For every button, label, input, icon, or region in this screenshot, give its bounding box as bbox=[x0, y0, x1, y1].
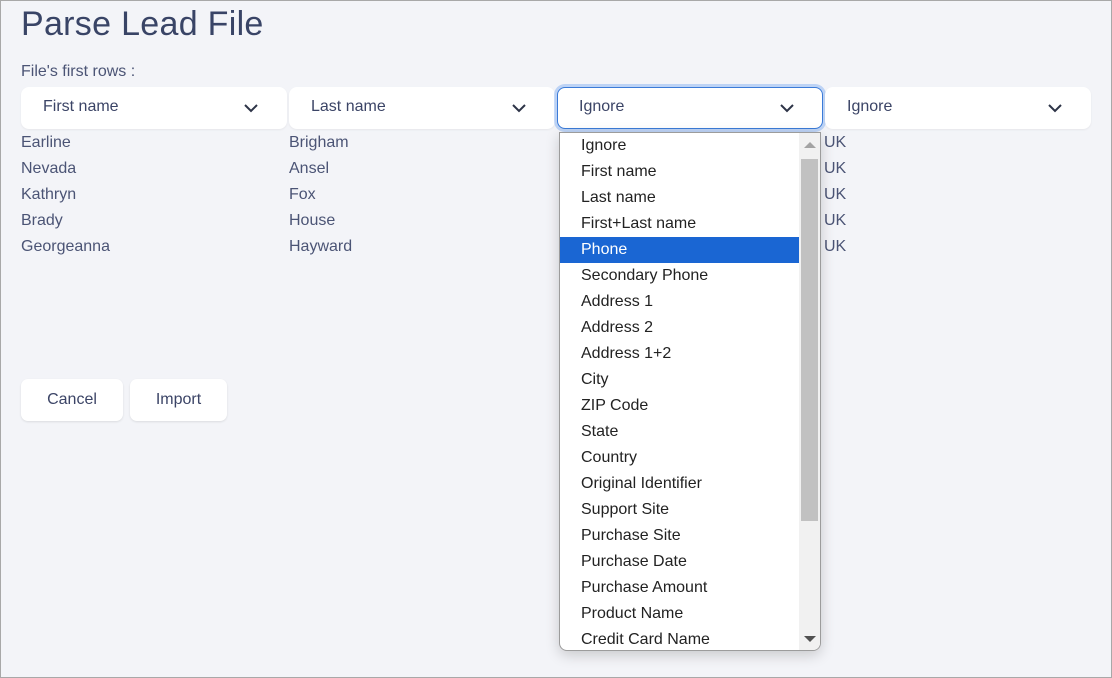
scrollbar-thumb[interactable] bbox=[801, 159, 818, 521]
dropdown-option[interactable]: Address 1 bbox=[560, 289, 799, 315]
cell: Brigham bbox=[289, 134, 349, 151]
dropdown-option-highlighted[interactable]: Phone bbox=[560, 237, 799, 263]
dropdown-option[interactable]: Address 1+2 bbox=[560, 341, 799, 367]
chevron-down-icon bbox=[512, 104, 526, 113]
dropdown-option[interactable]: Support Site bbox=[560, 497, 799, 523]
cell: Ansel bbox=[289, 160, 330, 177]
column-2-values: Brigham Ansel Fox House Hayward bbox=[289, 133, 352, 263]
column-2-mapping-value: Last name bbox=[311, 98, 386, 115]
cell: Georgeanna bbox=[21, 238, 110, 255]
cell: UK bbox=[824, 160, 847, 177]
column-1-mapping-select[interactable]: First name bbox=[21, 87, 287, 129]
mapping-dropdown-list[interactable]: Ignore First name Last name First+Last n… bbox=[559, 132, 821, 651]
dropdown-option[interactable]: Ignore bbox=[560, 133, 799, 159]
dropdown-option[interactable]: State bbox=[560, 419, 799, 445]
cell: Earline bbox=[21, 134, 71, 151]
chevron-down-icon bbox=[1048, 104, 1062, 113]
cell: Fox bbox=[289, 186, 316, 203]
chevron-down-icon bbox=[244, 104, 258, 113]
column-3-mapping-select[interactable]: Ignore bbox=[557, 87, 823, 129]
scroll-up-arrow-icon[interactable] bbox=[804, 142, 816, 148]
cancel-button[interactable]: Cancel bbox=[21, 379, 123, 421]
column-4-values: UK UK UK UK UK bbox=[824, 133, 846, 263]
cell: Nevada bbox=[21, 160, 77, 177]
column-3-mapping-value: Ignore bbox=[579, 98, 625, 115]
column-4-mapping-select[interactable]: Ignore bbox=[825, 87, 1091, 129]
column-4-mapping-value: Ignore bbox=[847, 98, 893, 115]
dropdown-scrollbar[interactable] bbox=[799, 133, 820, 650]
cell: UK bbox=[824, 134, 847, 151]
dropdown-option[interactable]: ZIP Code bbox=[560, 393, 799, 419]
column-1-mapping-value: First name bbox=[43, 98, 119, 115]
first-rows-label: File's first rows : bbox=[21, 63, 136, 80]
cell: UK bbox=[824, 186, 847, 203]
page-title: Parse Lead File bbox=[21, 5, 264, 43]
dropdown-option[interactable]: First name bbox=[560, 159, 799, 185]
cell: UK bbox=[824, 238, 847, 255]
dropdown-option[interactable]: City bbox=[560, 367, 799, 393]
dropdown-option[interactable]: Purchase Date bbox=[560, 549, 799, 575]
dropdown-option[interactable]: Last name bbox=[560, 185, 799, 211]
dropdown-option[interactable]: Purchase Amount bbox=[560, 575, 799, 601]
dropdown-option[interactable]: Product Name bbox=[560, 601, 799, 627]
dropdown-option[interactable]: Purchase Site bbox=[560, 523, 799, 549]
cell: UK bbox=[824, 212, 847, 229]
dropdown-option[interactable]: Credit Card Name bbox=[560, 627, 799, 650]
column-2-mapping-select[interactable]: Last name bbox=[289, 87, 555, 129]
dropdown-option[interactable]: Address 2 bbox=[560, 315, 799, 341]
cell: Kathryn bbox=[21, 186, 77, 203]
cell: Hayward bbox=[289, 238, 353, 255]
chevron-down-icon bbox=[780, 104, 794, 113]
cell: House bbox=[289, 212, 336, 229]
cell: Brady bbox=[21, 212, 63, 229]
import-button[interactable]: Import bbox=[130, 379, 227, 421]
dropdown-option[interactable]: Original Identifier bbox=[560, 471, 799, 497]
dropdown-option[interactable]: Country bbox=[560, 445, 799, 471]
dropdown-option[interactable]: Secondary Phone bbox=[560, 263, 799, 289]
column-1-values: Earline Nevada Kathryn Brady Georgeanna bbox=[21, 133, 110, 263]
scroll-down-arrow-icon[interactable] bbox=[804, 636, 816, 642]
dropdown-option[interactable]: First+Last name bbox=[560, 211, 799, 237]
